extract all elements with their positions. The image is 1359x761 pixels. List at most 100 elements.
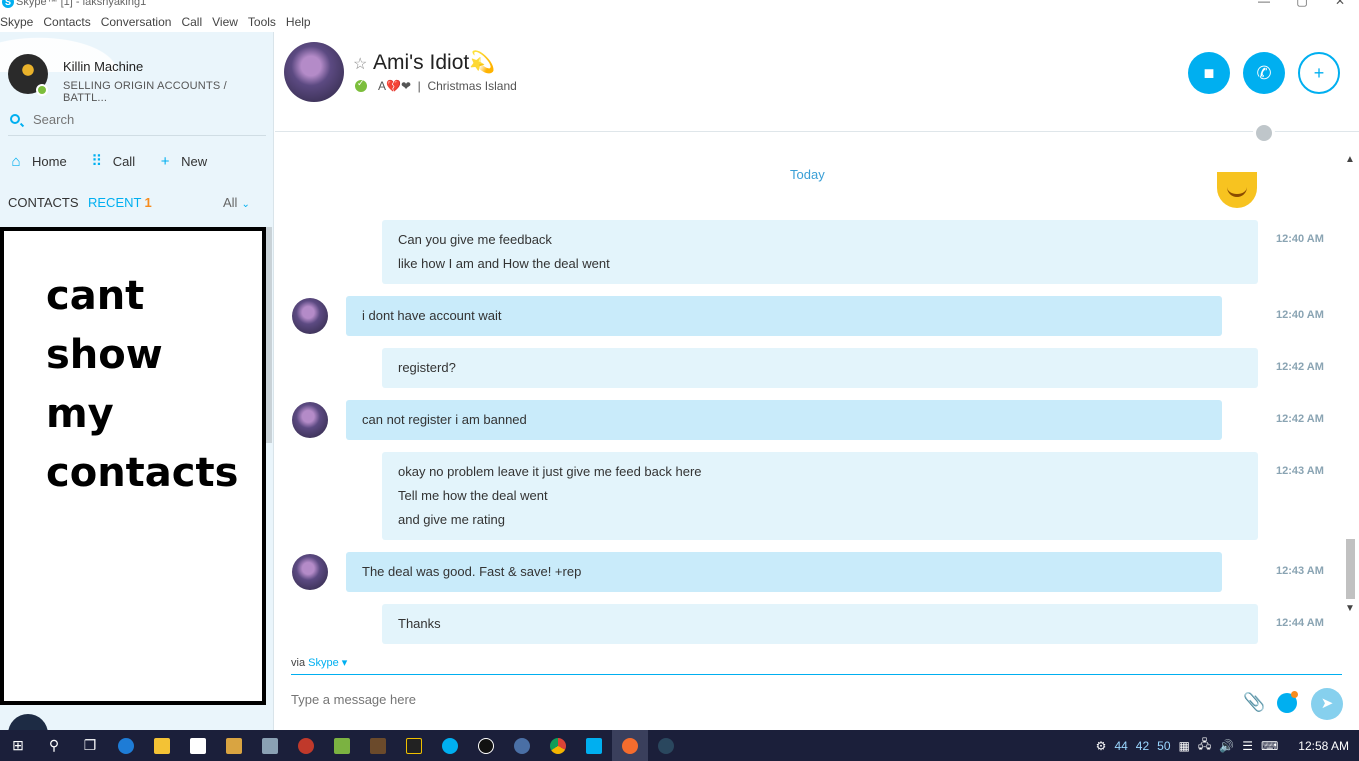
profile-card[interactable]: Killin Machine SELLING ORIGIN ACCOUNTS /… [0,32,274,106]
network-icon[interactable]: 🖧 [1198,735,1211,756]
phone-icon: ✆ [1256,63,1272,83]
message-text: and give me rating [398,512,505,527]
search-bar[interactable] [8,110,266,136]
file-explorer-icon[interactable] [144,730,180,761]
keyboard-icon[interactable]: ⌨ [1261,739,1278,753]
minimize-button[interactable]: — [1245,0,1283,10]
new-button[interactable]: + New [157,152,207,170]
outgoing-message[interactable]: registerd? [382,348,1258,388]
chrome-icon[interactable] [540,730,576,761]
via-prefix: via [291,657,306,669]
close-button[interactable]: ✕ [1321,0,1359,10]
sender-avatar[interactable] [292,402,328,438]
volume-icon[interactable]: 🔊 [1219,739,1234,753]
task-view-icon[interactable]: ❐ [72,730,108,761]
message-timestamp: 12:43 AM [1276,465,1324,477]
start-button[interactable]: ⊞ [0,730,36,761]
edge-browser-icon[interactable] [108,730,144,761]
conversation-pane: ☆ Ami's Idiot💫 A💔❤ | Christmas Island ■ … [275,32,1359,730]
dialpad-icon: ⠿ [91,153,103,170]
message-text: i dont have account wait [362,308,502,323]
skype-taskbar-icon[interactable] [432,730,468,761]
home-icon: ⌂ [11,152,21,170]
filter-dropdown[interactable]: All ⌄ [223,195,250,210]
message-text: The deal was good. Fast & save! +rep [362,564,582,579]
call-button[interactable]: ⠿ Call [89,152,135,170]
menu-help[interactable]: Help [282,13,317,31]
smiley-icon[interactable] [1277,691,1298,713]
message-input[interactable] [291,692,1191,707]
outgoing-message[interactable]: okay no problem leave it just give me fe… [382,452,1258,540]
scroll-up-icon[interactable]: ▲ [1345,154,1355,165]
menu-conversation[interactable]: Conversation [97,13,178,31]
skype-taskbar-icon-2[interactable] [576,730,612,761]
conversation-avatar[interactable] [284,42,344,102]
conversation-scrollbar[interactable]: ▲ ▼ [1342,154,1359,620]
audio-call-button[interactable]: ✆ [1243,52,1285,94]
contact-list-scrollbar[interactable] [266,227,272,443]
plus-icon: + [160,152,170,170]
subtitle-divider: | [414,79,428,93]
sender-avatar[interactable] [292,298,328,334]
maximize-button[interactable]: ▢ [1283,0,1321,10]
message-timestamp: 12:40 AM [1276,309,1324,321]
tab-recent[interactable]: RECENT 1 [88,195,152,210]
skype-logo-icon: S [2,0,14,8]
app-icon-2[interactable] [288,730,324,761]
menu-bar: Skype Contacts Conversation Call View To… [0,13,317,31]
home-label: Home [32,153,67,169]
unreal-icon[interactable] [468,730,504,761]
steam-icon[interactable] [648,730,684,761]
app-icon-3[interactable] [324,730,360,761]
tray-app-icon[interactable]: ▦ [1179,739,1190,753]
home-button[interactable]: ⌂ Home [8,152,67,170]
app-icon-1[interactable] [216,730,252,761]
presence-online-icon [355,78,367,92]
scroll-down-icon[interactable]: ▼ [1345,603,1355,614]
incoming-message[interactable]: The deal was good. Fast & save! +rep [346,552,1222,592]
paperclip-icon[interactable]: 📎 [1243,692,1265,713]
send-button[interactable]: ➤ [1311,688,1343,720]
message-text: can not register i am banned [362,412,527,427]
tab-contacts[interactable]: CONTACTS [8,195,79,210]
sender-avatar[interactable] [292,554,328,590]
tray-stat-3: 50 [1157,738,1171,753]
menu-tools[interactable]: Tools [244,13,282,31]
conversation-status: A💔❤ [378,79,411,93]
origin-icon[interactable] [612,730,648,761]
taskbar-clock[interactable]: 12:58 AM [1298,739,1349,753]
profile-mood: SELLING ORIGIN ACCOUNTS / BATTL... [63,80,227,104]
globe-icon[interactable] [1253,122,1275,144]
search-icon [10,114,20,124]
tray-stat-1: 44 [1114,738,1128,753]
steam-tray-icon[interactable]: ⚙ [1096,739,1107,753]
outgoing-message[interactable]: Thanks [382,604,1258,644]
outgoing-message[interactable]: Can you give me feedback like how I am an… [382,220,1258,284]
store-icon[interactable] [180,730,216,761]
via-selector[interactable]: via Skype ▾ [291,656,347,669]
search-input[interactable] [33,112,253,127]
via-service: Skype [308,657,339,669]
incoming-message[interactable]: can not register i am banned [346,400,1222,440]
incoming-message[interactable]: i dont have account wait [346,296,1222,336]
conversation-title: Ami's Idiot💫 [373,51,496,74]
notifications-icon[interactable]: ☰ [1242,739,1253,753]
scroll-thumb[interactable] [1346,539,1355,599]
menu-view[interactable]: View [208,13,244,31]
video-camera-icon: ■ [1203,63,1215,83]
search-icon[interactable]: ⚲ [36,730,72,761]
emoticon-icon [1217,172,1257,208]
app-icon-5[interactable] [396,730,432,761]
menu-skype[interactable]: Skype [0,13,39,31]
message-text: like how I am and How the deal went [398,256,610,271]
photos-icon[interactable] [252,730,288,761]
menu-contacts[interactable]: Contacts [39,13,96,31]
favorite-star-icon[interactable]: ☆ [353,54,367,74]
conversation-location: Christmas Island [427,79,517,93]
add-people-button[interactable]: + [1298,52,1340,94]
app-icon-6[interactable] [504,730,540,761]
video-call-button[interactable]: ■ [1188,52,1230,94]
app-icon-4[interactable] [360,730,396,761]
sidebar: Killin Machine SELLING ORIGIN ACCOUNTS /… [0,32,274,734]
menu-call[interactable]: Call [177,13,208,31]
